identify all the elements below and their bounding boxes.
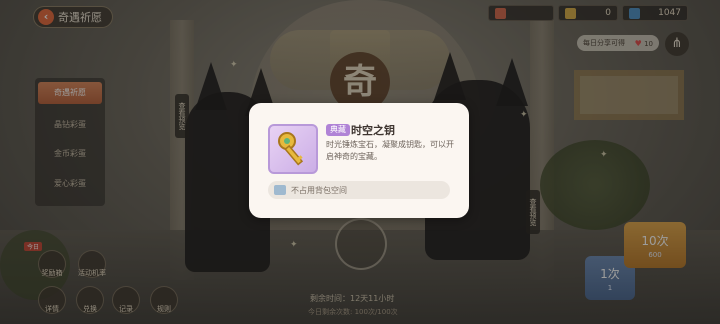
rarity-badge: 典藏 bbox=[326, 124, 350, 136]
key-icon bbox=[278, 132, 304, 166]
item-image-frame bbox=[268, 124, 318, 174]
backpack-icon bbox=[274, 185, 286, 195]
item-name: 时空之钥 bbox=[351, 124, 395, 137]
item-description: 时光锤炼宝石，凝聚成钥匙，可以开启神奇的宝藏。 bbox=[326, 140, 454, 161]
storage-info-text: 不占用背包空间 bbox=[291, 185, 347, 195]
storage-info-bar: 不占用背包空间 bbox=[268, 181, 450, 199]
